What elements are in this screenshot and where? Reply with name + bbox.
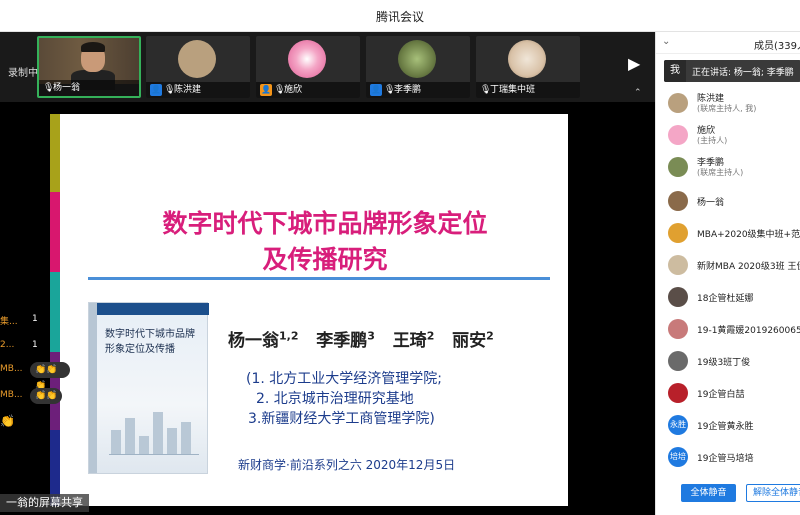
recording-indicator: 录制中 [8, 68, 38, 79]
avatar [668, 351, 688, 371]
shared-slide: 数字时代下城市品牌形象定位 及传播研究 数字时代下城市品牌形象定位及传播 杨一翁… [50, 114, 568, 506]
video-tile[interactable]: 👤 🎙陈洪建 [146, 36, 250, 98]
screen-share-area: 数字时代下城市品牌形象定位 及传播研究 数字时代下城市品牌形象定位及传播 杨一翁… [0, 102, 655, 515]
mic-icon: 🎙 [480, 85, 492, 95]
color-stripe [50, 192, 60, 272]
member-item[interactable]: 培培 19企管马培培 [656, 444, 800, 470]
member-item[interactable]: MBA+2020级集中班+范春 [656, 220, 800, 246]
slide-title-line2: 及传播研究 [262, 245, 388, 274]
person-icon: 👤 [370, 83, 382, 96]
series-line: 新财商学·前沿系列之六 2020年12月5日 [238, 458, 456, 472]
mic-icon: 🎙 [274, 85, 286, 95]
slide-title-line1: 数字时代下城市品牌形象定位 [162, 209, 488, 238]
avatar [668, 255, 688, 275]
speaking-text: 正在讲话: 杨一翁; 李季鹏 [692, 68, 794, 78]
avatar [508, 40, 546, 78]
member-item[interactable]: 19级3班丁俊 [656, 348, 800, 374]
chat-message: 集... 1 [0, 314, 38, 327]
chat-message: MB... 👏👏 [0, 388, 70, 404]
authors: 杨一翁1,2 李季鹏3 王琦2 丽安2 [228, 329, 494, 351]
affiliation: 2. 北京城市治理研究基地 [256, 391, 414, 407]
tile-name: 施欣 [284, 85, 303, 95]
book-title: 数字时代下城市品牌形象定位及传播 [105, 329, 195, 355]
mic-icon: 🎙 [164, 85, 176, 95]
video-tile-presenter[interactable]: 🎙杨一翁 [37, 36, 141, 98]
avatar [668, 287, 688, 307]
avatar [668, 157, 688, 177]
window-title: 腾讯会议 [375, 10, 424, 24]
member-item[interactable]: 新财MBA 2020级3班 王佳 [656, 252, 800, 278]
avatar [398, 40, 436, 78]
avatar: 培培 [668, 447, 688, 467]
unmute-all-button[interactable]: 解除全体静音 [746, 484, 800, 502]
speaking-indicator: 我 正在讲话: 杨一翁; 李季鹏 [664, 60, 800, 82]
tile-name: 杨一翁 [53, 83, 81, 93]
presenter-video [39, 38, 139, 90]
meeting-window: 腾讯会议 录制中 🎙杨一翁 👤🎙陈洪建 👤🎙施欣 👤🎙李季鹏 🎙丁瑞集中班 [0, 0, 800, 515]
avatar [668, 319, 688, 339]
chat-message: MB... 👏👏👏 [0, 362, 70, 391]
title-bar: 腾讯会议 [0, 0, 800, 32]
member-item[interactable]: 施欣 (主持人) [656, 122, 800, 148]
members-title: 成员(339人) [754, 41, 800, 52]
mute-all-button[interactable]: 全体静音 [681, 484, 736, 502]
tile-name: 丁瑞集中班 [490, 85, 536, 95]
avatar [668, 223, 688, 243]
avatar [668, 125, 688, 145]
person-icon: 👤 [260, 83, 272, 96]
avatar [668, 93, 688, 113]
avatar [288, 40, 326, 78]
video-tile[interactable]: 🎙丁瑞集中班 [476, 36, 580, 98]
affiliation: 3.新疆财经大学工商管理学院) [248, 411, 435, 427]
avatar [178, 40, 216, 78]
members-panel: ⌄ 成员(339人) 我 正在讲话: 杨一翁; 李季鹏 陈洪建 (联席主持人, … [655, 32, 800, 515]
avatar [668, 191, 688, 211]
color-stripe [50, 114, 60, 192]
divider [88, 277, 550, 280]
chevron-up-icon[interactable]: ⌃ [634, 88, 642, 98]
video-strip: 录制中 🎙杨一翁 👤 🎙陈洪建 👤 🎙施欣 👤 🎙李季鹏 🎙丁瑞集中班 ▶ ⌃ [0, 32, 655, 102]
member-item[interactable]: 19-1黄霞媛2019260065 [656, 316, 800, 342]
member-item[interactable]: 19企管白喆 [656, 380, 800, 406]
member-item[interactable]: 永胜 19企管黄永胜 [656, 412, 800, 438]
members-header: ⌄ 成员(339人) [656, 32, 800, 54]
video-tile[interactable]: 👤 🎙施欣 [256, 36, 360, 98]
chat-message: 2... 1 [0, 340, 38, 350]
mic-icon: 🎙 [43, 83, 55, 93]
tile-name: 陈洪建 [174, 85, 202, 95]
chevron-down-icon[interactable]: ⌄ [662, 36, 670, 47]
mic-icon: 🎙 [384, 85, 396, 95]
member-item[interactable]: 18企管杜延娜 [656, 284, 800, 310]
me-label: 我 [664, 60, 686, 82]
book-cover-image: 数字时代下城市品牌形象定位及传播 [88, 302, 209, 474]
avatar [668, 383, 688, 403]
chevron-right-icon[interactable]: ▶ [628, 54, 640, 73]
clap-icon: 👏 [0, 414, 15, 428]
person-icon: 👤 [150, 83, 162, 96]
member-item[interactable]: 李季鹏 (联席主持人) [656, 154, 800, 180]
member-item[interactable]: 陈洪建 (联席主持人, 我) [656, 90, 800, 116]
video-tile[interactable]: 👤 🎙李季鹏 [366, 36, 470, 98]
member-item[interactable]: 杨一翁 [656, 188, 800, 214]
screen-share-label: 一翁的屏幕共享 [0, 494, 89, 512]
tile-name: 李季鹏 [394, 85, 422, 95]
avatar: 永胜 [668, 415, 688, 435]
affiliation: (1. 北方工业大学经济管理学院; [246, 371, 442, 387]
